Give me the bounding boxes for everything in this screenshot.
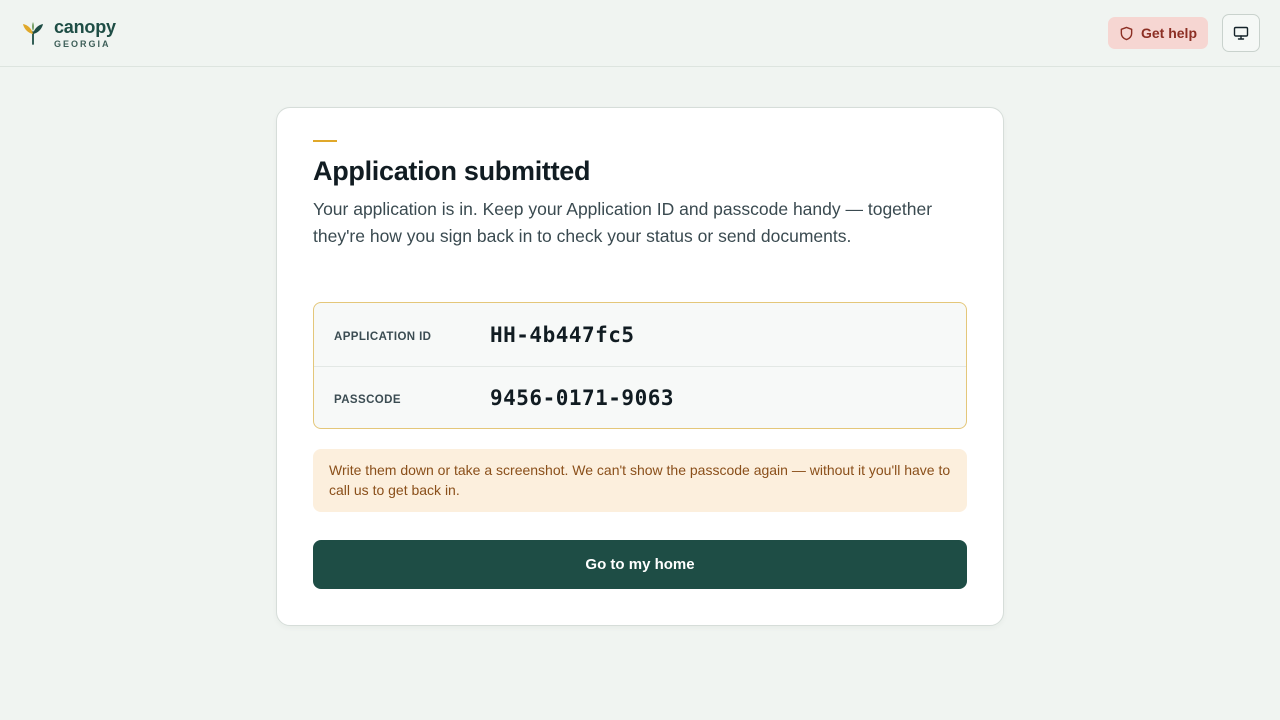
passcode-value[interactable]: 9456-0171-9063 xyxy=(490,386,674,410)
passcode-label: PASSCODE xyxy=(334,393,401,406)
application-id-label: APPLICATION ID xyxy=(334,330,432,343)
warning-notice: Write them down or take a screenshot. We… xyxy=(313,449,967,512)
accent-divider xyxy=(313,140,337,142)
brand-logo[interactable]: canopy GEORGIA xyxy=(22,18,116,49)
passcode-row: PASSCODE 9456-0171-9063 xyxy=(314,366,966,428)
credentials-box: APPLICATION ID HH-4b447fc5 PASSCODE 9456… xyxy=(313,302,967,429)
brand-subtitle: GEORGIA xyxy=(54,38,111,49)
get-help-label: Get help xyxy=(1140,25,1197,41)
application-id-value[interactable]: HH-4b447fc5 xyxy=(490,323,635,347)
get-help-button[interactable]: Get help xyxy=(1107,17,1208,49)
application-id-row: APPLICATION ID HH-4b447fc5 xyxy=(314,303,966,366)
go-to-home-button[interactable]: Go to my home xyxy=(313,540,967,589)
confirmation-card: Application submitted Your application i… xyxy=(276,107,1004,626)
page-title: Application submitted xyxy=(313,156,591,186)
shield-icon xyxy=(1120,26,1133,40)
intro-text: Your application is in. Keep your Applic… xyxy=(313,199,933,246)
brand-name: canopy xyxy=(54,16,116,37)
monitor-icon xyxy=(1233,26,1249,40)
leaf-sprout-icon xyxy=(23,22,43,45)
top-bar: canopy GEORGIA Get help xyxy=(0,0,1280,67)
display-settings-button[interactable] xyxy=(1222,14,1260,52)
